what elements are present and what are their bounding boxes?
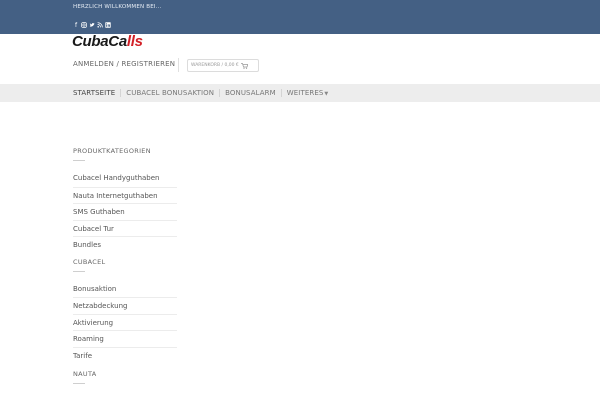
category-list: Cubacel Handyguthaben Nauta Internetguth… xyxy=(73,170,177,253)
cart-button[interactable]: WARENKORB / 0,00 € xyxy=(187,59,259,72)
linkedin-icon[interactable] xyxy=(105,22,111,29)
list-item[interactable]: Tarife xyxy=(73,346,177,364)
cubacel-list: Bonusaktion Netzabdeckung Aktivierung Ro… xyxy=(73,281,177,364)
widget-title: CUBACEL xyxy=(73,257,106,266)
list-item[interactable]: SMS Guthaben xyxy=(73,203,177,220)
nav-item-weiteres[interactable]: WEITERES▼ xyxy=(287,89,329,97)
top-bar: HERZLICH WILLKOMMEN BEI... f xyxy=(0,0,600,34)
cart-label: WARENKORB / 0,00 € xyxy=(191,63,239,68)
list-item[interactable]: Bonusaktion xyxy=(73,281,177,298)
header-divider xyxy=(178,58,179,72)
widget-title: PRODUKTKATEGORIEN xyxy=(73,147,151,155)
list-item[interactable]: Roaming xyxy=(73,330,177,347)
site-logo[interactable]: CubaCalls xyxy=(72,34,143,49)
list-item[interactable]: Cubacel Tur xyxy=(73,219,177,237)
nav-separator xyxy=(280,89,282,97)
nav-separator xyxy=(219,89,221,97)
widget-title-underline xyxy=(73,383,85,384)
widget-title: NAUTA xyxy=(73,370,97,378)
widget-nauta: NAUTA xyxy=(73,369,177,384)
nav-item-weiteres-label: WEITERES xyxy=(286,89,324,97)
facebook-icon[interactable]: f xyxy=(73,22,79,29)
logo-text-main: CubaCa xyxy=(72,33,127,50)
nav-item-bonusalarm[interactable]: BONUSALARM xyxy=(225,89,276,97)
twitter-icon[interactable] xyxy=(89,22,95,29)
chevron-down-icon: ▼ xyxy=(324,91,329,97)
widget-title-underline xyxy=(73,270,85,272)
list-item[interactable]: Aktivierung xyxy=(73,313,177,331)
rss-icon[interactable] xyxy=(97,22,103,29)
welcome-text: HERZLICH WILLKOMMEN BEI... xyxy=(73,4,162,10)
instagram-icon[interactable] xyxy=(81,22,87,29)
nav-menu: STARTSEITE CUBACEL BONUSAKTION BONUSALAR… xyxy=(73,84,328,102)
list-item[interactable]: Nauta Internetguthaben xyxy=(73,186,177,204)
list-item[interactable]: Netzabdeckung xyxy=(73,297,177,314)
login-register-link[interactable]: ANMELDEN / REGISTRIEREN xyxy=(73,60,175,68)
nav-item-cubacel-bonusaktion[interactable]: CUBACEL BONUSAKTION xyxy=(126,89,214,97)
social-icons: f xyxy=(73,22,111,29)
widget-cubacel: CUBACEL Bonusaktion Netzabdeckung Aktivi… xyxy=(73,257,177,364)
list-item[interactable]: Cubacel Handyguthaben xyxy=(73,170,177,187)
list-item[interactable]: Bundles xyxy=(73,236,177,253)
widget-title-underline xyxy=(73,160,85,161)
widget-produktkategorien: PRODUKTKATEGORIEN Cubacel Handyguthaben … xyxy=(73,146,177,253)
logo-text-accent: lls xyxy=(126,33,143,50)
nav-separator xyxy=(120,89,122,97)
main-navigation: STARTSEITE CUBACEL BONUSAKTION BONUSALAR… xyxy=(0,84,600,102)
cart-icon xyxy=(240,62,248,69)
sidebar: PRODUKTKATEGORIEN Cubacel Handyguthaben … xyxy=(73,146,177,393)
nav-item-startseite[interactable]: STARTSEITE xyxy=(73,89,115,97)
